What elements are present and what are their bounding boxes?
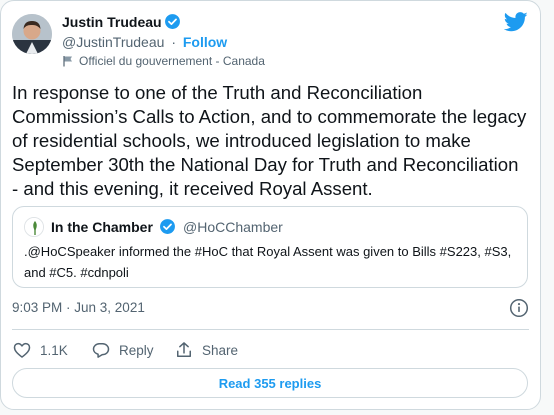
quoted-tweet[interactable]: In the Chamber @HoCChamber .@HoCSpeaker … <box>12 206 528 288</box>
speech-bubble-icon <box>92 343 110 358</box>
quoted-author-avatar[interactable] <box>24 217 44 237</box>
government-label-text: Officiel du gouvernement - Canada <box>79 54 265 68</box>
read-replies-button[interactable]: Read 355 replies <box>12 368 528 398</box>
quoted-tweet-text: .@HoCSpeaker informed the #HoC that Roya… <box>24 244 512 280</box>
share-button[interactable]: Share <box>174 340 238 360</box>
government-label: Officiel du gouvernement - Canada <box>62 54 265 68</box>
verified-badge-icon <box>165 14 180 29</box>
flag-icon <box>63 56 72 67</box>
author-handle[interactable]: @JustinTrudeau <box>62 34 164 50</box>
verified-badge-icon <box>160 219 175 234</box>
follow-button[interactable]: Follow <box>183 34 227 50</box>
quoted-author-name[interactable]: In the Chamber <box>51 219 153 235</box>
reply-label: Reply <box>119 342 154 358</box>
tweet-text: In response to one of the Truth and Reco… <box>12 82 527 199</box>
read-replies-label: Read 355 replies <box>218 375 322 391</box>
author-name[interactable]: Justin Trudeau <box>62 14 162 30</box>
like-button[interactable]: 1.1K <box>12 340 68 360</box>
twitter-bird-icon[interactable] <box>504 12 528 32</box>
author-avatar[interactable] <box>12 14 52 54</box>
quoted-author-handle[interactable]: @HoCChamber <box>183 219 283 235</box>
reply-button[interactable]: Reply <box>91 340 154 360</box>
divider <box>12 329 529 330</box>
tweet-timestamp[interactable]: 9:03 PM · Jun 3, 2021 <box>12 300 145 315</box>
author-handle-line: @JustinTrudeau · Follow <box>62 34 227 50</box>
separator-dot: · <box>171 34 176 50</box>
share-arrow-icon <box>177 342 191 357</box>
share-label: Share <box>202 342 239 358</box>
heart-icon <box>13 342 31 358</box>
like-count: 1.1K <box>40 342 68 358</box>
info-icon[interactable] <box>509 298 529 318</box>
tweet-card: Justin Trudeau @JustinTrudeau · Follow O… <box>0 0 541 410</box>
